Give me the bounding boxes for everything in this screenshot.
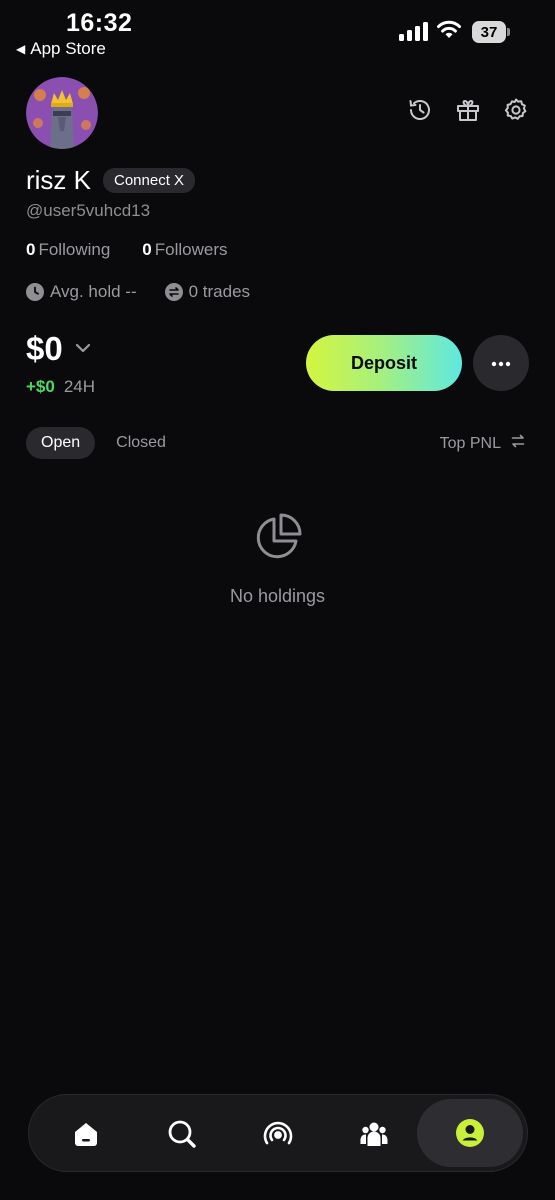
header-actions xyxy=(407,97,529,123)
follow-stats: 0 Following 0 Followers xyxy=(26,240,228,260)
avatar[interactable] xyxy=(26,77,98,149)
back-label: App Store xyxy=(30,39,106,58)
nav-live[interactable] xyxy=(243,1095,313,1173)
trades-label: 0 trades xyxy=(188,282,251,301)
status-time: 16:32 xyxy=(66,9,133,37)
pnl-period: 24H xyxy=(63,377,96,396)
empty-state-text: No holdings xyxy=(229,586,326,606)
trades-stat: 0 trades xyxy=(164,282,251,302)
back-arrow-icon: ◀ xyxy=(16,42,26,56)
bottom-nav xyxy=(28,1094,528,1172)
profile-icon xyxy=(456,1119,484,1147)
gift-icon[interactable] xyxy=(455,97,481,123)
search-icon xyxy=(168,1120,196,1148)
clock-icon xyxy=(26,283,44,301)
following-stat[interactable]: 0 Following xyxy=(26,240,110,260)
more-options-button[interactable] xyxy=(473,335,529,391)
history-icon[interactable] xyxy=(407,97,433,123)
back-to-app-store[interactable]: ◀ App Store xyxy=(16,39,106,59)
sort-label: Top PNL xyxy=(439,434,501,452)
avg-hold-stat: Avg. hold -- xyxy=(26,282,137,302)
followers-count: 0 xyxy=(142,240,152,259)
name-row: risz K Connect X xyxy=(26,165,196,196)
nav-profile[interactable] xyxy=(417,1099,523,1167)
tab-closed[interactable]: Closed xyxy=(101,427,181,459)
signal-icon xyxy=(399,22,428,41)
balance-selector[interactable]: $0 xyxy=(26,330,91,368)
battery-level: 37 xyxy=(472,21,506,43)
screen: 16:32 ◀ App Store 37 risz K Connect X @u… xyxy=(0,0,555,1200)
avg-hold-label: Avg. hold -- xyxy=(50,282,137,301)
pnl-row: +$0 24H xyxy=(26,377,95,397)
profile-name: risz K xyxy=(26,165,91,195)
tab-open[interactable]: Open xyxy=(26,427,96,459)
nav-home[interactable] xyxy=(51,1095,121,1173)
wifi-icon xyxy=(436,19,462,46)
followers-stat[interactable]: 0 Followers xyxy=(142,240,227,260)
pie-chart-icon xyxy=(254,513,302,566)
followers-label: Followers xyxy=(154,240,228,259)
broadcast-icon xyxy=(263,1121,293,1145)
following-count: 0 xyxy=(26,240,36,259)
empty-state: No holdings xyxy=(0,513,555,607)
connect-x-button[interactable]: Connect X xyxy=(103,168,196,193)
holdings-tabs: Open Closed xyxy=(26,427,181,459)
people-icon xyxy=(360,1122,388,1146)
trading-stats: Avg. hold -- 0 trades xyxy=(26,282,250,302)
chevron-down-icon xyxy=(75,340,91,358)
settings-icon[interactable] xyxy=(503,97,529,123)
nav-community[interactable] xyxy=(339,1095,409,1173)
sort-toggle[interactable]: Top PNL xyxy=(440,434,525,453)
deposit-button[interactable]: Deposit xyxy=(306,335,462,391)
more-icon xyxy=(491,354,511,372)
battery-icon: 37 xyxy=(472,21,510,43)
following-label: Following xyxy=(38,240,111,259)
home-icon xyxy=(75,1123,97,1146)
swap-icon xyxy=(164,283,183,301)
nav-search[interactable] xyxy=(147,1095,217,1173)
profile-handle: @user5vuhcd13 xyxy=(26,201,151,220)
swap-arrows-icon xyxy=(511,434,525,453)
pnl-change: +$0 xyxy=(26,377,55,396)
balance-amount: $0 xyxy=(26,330,63,367)
